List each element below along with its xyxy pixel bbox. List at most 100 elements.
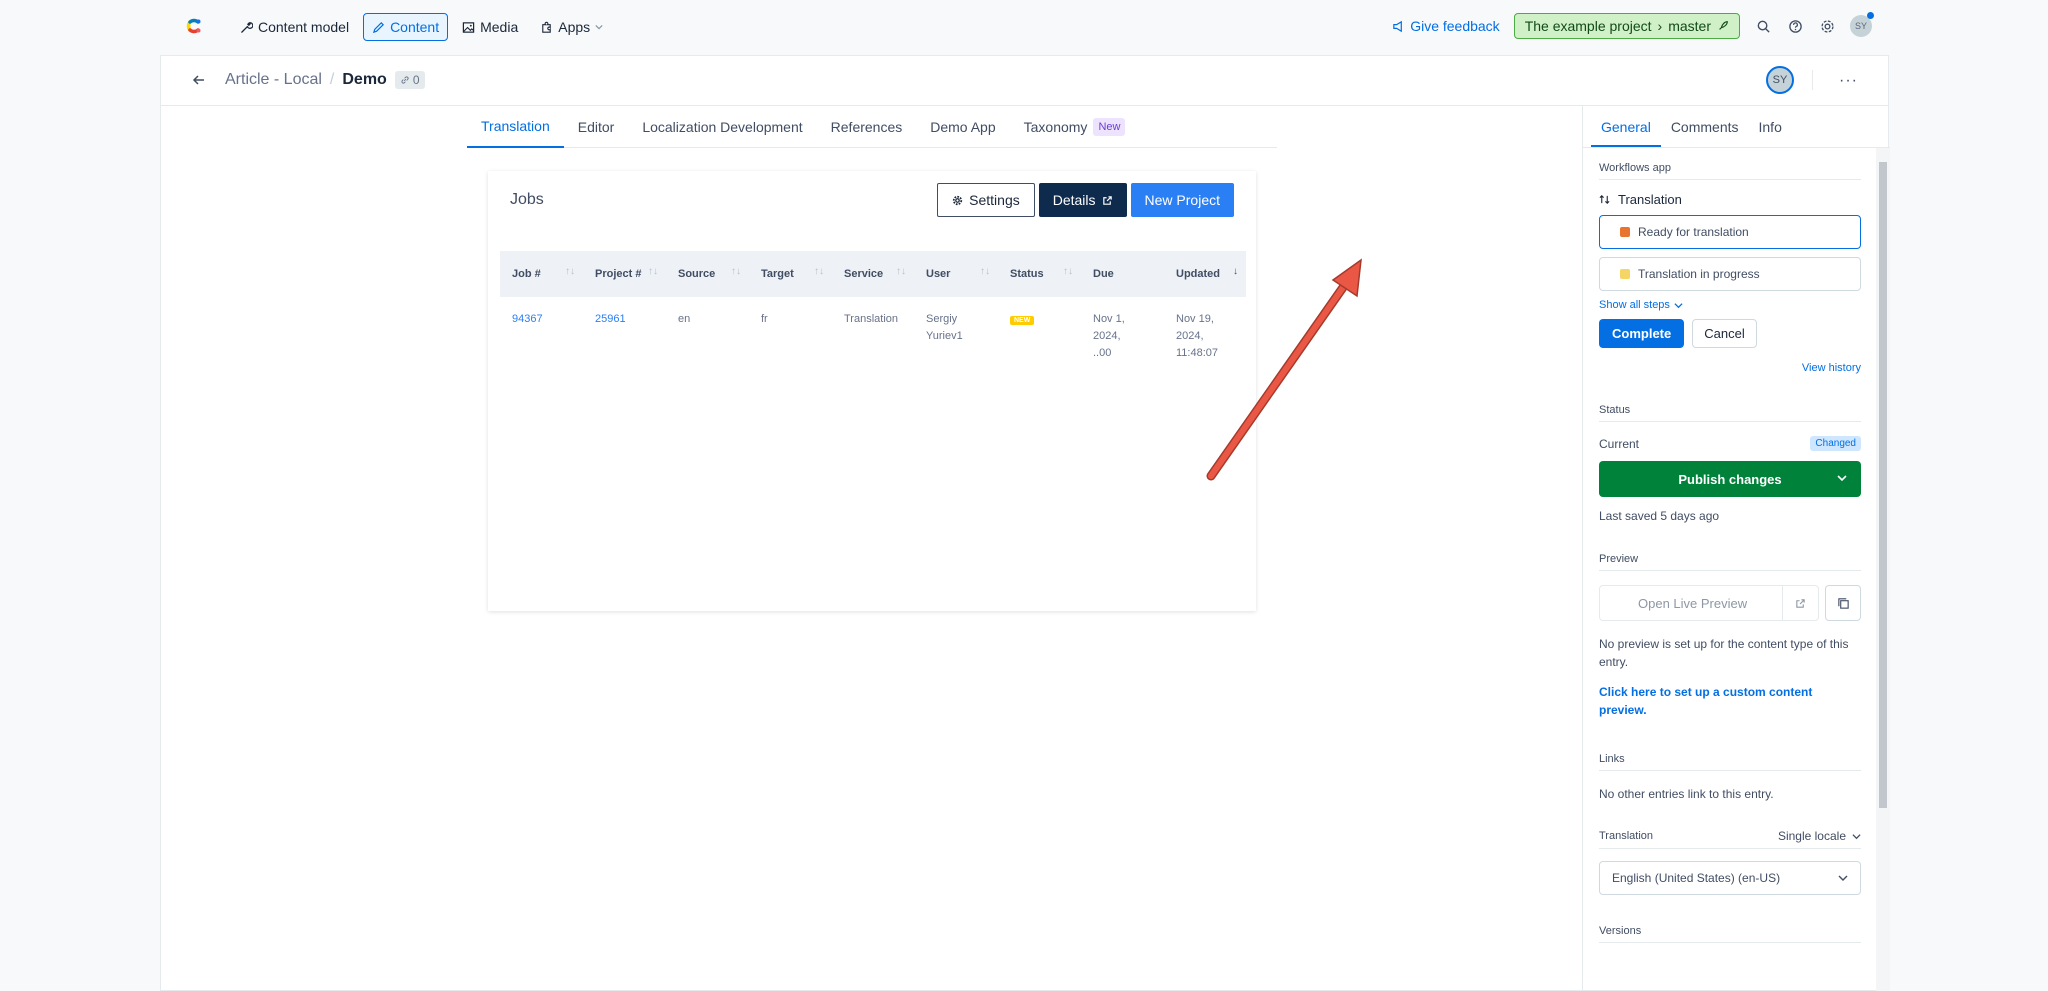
tab-localization-development[interactable]: Localization Development [628, 106, 816, 148]
open-live-preview-button[interactable]: Open Live Preview [1599, 585, 1819, 621]
cell-target: fr [761, 313, 768, 325]
tab-translation[interactable]: Translation [467, 106, 564, 148]
chevron-right-icon: › [1657, 18, 1663, 34]
tab-references[interactable]: References [817, 106, 917, 148]
give-feedback-link[interactable]: Give feedback [1392, 18, 1500, 34]
more-options-button[interactable]: ··· [1839, 72, 1858, 90]
top-bar: Content model Content Media Apps Give fe… [0, 0, 2048, 54]
links-section-label: Links [1599, 753, 1861, 771]
nav-content-model[interactable]: Content model [232, 13, 357, 41]
publish-changes-button[interactable]: Publish changes [1599, 461, 1861, 497]
complete-button[interactable]: Complete [1599, 319, 1685, 348]
step-label: Ready for translation [1638, 225, 1749, 239]
sidebar-tab-info[interactable]: Info [1749, 106, 1792, 147]
details-label: Details [1052, 192, 1096, 208]
scrollbar-thumb[interactable] [1879, 162, 1887, 808]
settings-button[interactable]: Settings [937, 183, 1035, 217]
jobs-table: Job # ↑↓ Project # ↑↓ Source ↑↓ Target ↑↓ Se… [500, 251, 1246, 376]
setup-preview-link[interactable]: Click here to set up a custom content pr… [1599, 683, 1861, 719]
chevron-down-icon [1852, 833, 1861, 839]
sort-icon: ↑↓ [980, 266, 990, 277]
status-row: Current Changed [1599, 436, 1861, 451]
cell-due: Nov 1, 2024, ..00 [1081, 297, 1164, 376]
tab-translation-label: Translation [481, 118, 550, 134]
locale-value: English (United States) (en-US) [1612, 871, 1781, 885]
show-all-steps-link[interactable]: Show all steps [1599, 299, 1861, 311]
col-target[interactable]: Target ↑↓ [749, 251, 832, 297]
copy-preview-button[interactable] [1825, 585, 1861, 621]
caret-down-icon [595, 24, 603, 30]
user-avatar[interactable]: SY [1850, 12, 1874, 37]
col-project[interactable]: Project # ↑↓ [583, 251, 666, 297]
sidebar-tab-comments[interactable]: Comments [1661, 106, 1749, 147]
entry-user-initials: SY [1772, 74, 1788, 86]
environment-switcher[interactable]: The example project › master [1513, 13, 1740, 39]
entry-title: Demo [342, 71, 387, 88]
col-service[interactable]: Service ↑↓ [832, 251, 914, 297]
workflow-step-ready[interactable]: Ready for translation [1599, 215, 1861, 249]
job-number-link[interactable]: 94367 [500, 297, 583, 376]
nav-media[interactable]: Media [454, 13, 526, 41]
col-project-label: Project # [595, 268, 642, 280]
workflow-step-in-progress[interactable]: Translation in progress [1599, 257, 1861, 291]
tab-references-label: References [830, 119, 903, 135]
contentful-logo-icon[interactable] [183, 15, 205, 37]
sidebar-tab-general[interactable]: General [1591, 106, 1661, 147]
due-line: Nov 1, [1093, 313, 1125, 325]
help-button[interactable] [1786, 17, 1804, 35]
cell-service: Translation [844, 313, 899, 325]
nav-media-label: Media [480, 19, 519, 35]
sidebar-scrollbar[interactable] [1876, 148, 1890, 991]
entry-tabs: Translation Editor Localization Developm… [467, 106, 1277, 148]
tab-demo-app[interactable]: Demo App [916, 106, 1009, 148]
sidebar-content: Workflows app Translation Ready for tran… [1583, 148, 1877, 991]
user-line: Sergiy [926, 313, 958, 325]
content-type-name: Article - Local [225, 71, 322, 88]
sort-icon: ↑↓ [896, 266, 906, 277]
new-project-button[interactable]: New Project [1130, 183, 1234, 217]
entry-editor: Article - Local / Demo 0 SY ··· Translat… [160, 55, 1890, 991]
publish-label: Publish changes [1678, 471, 1782, 487]
cancel-button[interactable]: Cancel [1692, 319, 1757, 348]
new-badge: New [1093, 118, 1126, 136]
back-arrow-icon[interactable] [191, 72, 207, 88]
nav-apps-label: Apps [558, 19, 591, 35]
chevron-down-icon [1838, 875, 1848, 881]
entry-sidebar: General Comments Info Workflows app Tran… [1582, 106, 1890, 991]
col-source[interactable]: Source ↑↓ [666, 251, 749, 297]
notification-dot [1867, 12, 1874, 19]
last-saved-text: Last saved 5 days ago [1599, 509, 1720, 523]
settings-button[interactable] [1818, 17, 1836, 35]
entry-user-avatar[interactable]: SY [1766, 66, 1794, 94]
details-button[interactable]: Details [1038, 183, 1127, 217]
sort-icon: ↑↓ [1063, 266, 1073, 277]
col-source-label: Source [678, 268, 716, 280]
tab-taxonomy[interactable]: Taxonomy New [1010, 106, 1140, 148]
chevron-down-icon[interactable] [1835, 471, 1849, 485]
breadcrumb: Article - Local / Demo 0 [225, 71, 425, 89]
view-history-link[interactable]: View history [1599, 362, 1861, 374]
nav-apps[interactable]: Apps [532, 13, 611, 41]
col-service-label: Service [844, 268, 884, 280]
status-badge: NEW [1010, 316, 1035, 325]
chevron-down-icon [1674, 302, 1683, 308]
col-status[interactable]: Status ↑↓ [998, 251, 1081, 297]
search-button[interactable] [1754, 17, 1772, 35]
reference-count-badge[interactable]: 0 [394, 71, 425, 89]
settings-label: Settings [969, 192, 1020, 208]
col-due[interactable]: Due [1081, 251, 1164, 297]
project-number-link[interactable]: 25961 [583, 297, 666, 376]
workflows-section-label: Workflows app [1599, 162, 1861, 180]
nav-content[interactable]: Content [363, 13, 449, 41]
tab-taxonomy-label: Taxonomy [1023, 119, 1088, 135]
col-target-label: Target [761, 268, 794, 280]
locale-select[interactable]: English (United States) (en-US) [1599, 861, 1861, 895]
locale-mode-select[interactable]: Single locale [1778, 829, 1861, 843]
tab-editor[interactable]: Editor [564, 106, 629, 148]
copy-icon [1837, 597, 1849, 609]
versions-section-label: Versions [1599, 925, 1861, 943]
col-user[interactable]: User ↑↓ [914, 251, 998, 297]
no-links-text: No other entries link to this entry. [1599, 787, 1774, 801]
step-color-dot [1620, 269, 1630, 279]
col-job[interactable]: Job # ↑↓ [500, 251, 583, 297]
